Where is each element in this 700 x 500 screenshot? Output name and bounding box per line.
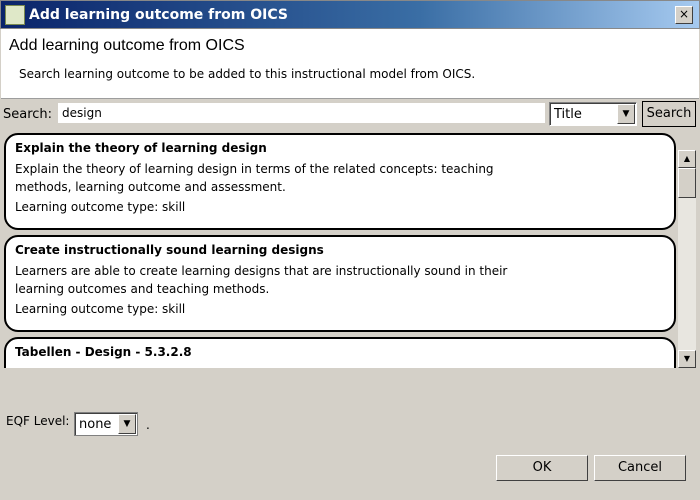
cancel-button[interactable]: Cancel <box>594 455 686 481</box>
result-title: Create instructionally sound learning de… <box>15 243 324 257</box>
ok-button[interactable]: OK <box>496 455 588 481</box>
eqf-level-label: EQF Level: <box>6 414 70 428</box>
window-title: Add learning outcome from OICS <box>29 6 288 23</box>
close-button[interactable]: × <box>675 6 693 24</box>
scroll-thumb[interactable] <box>678 168 696 198</box>
dialog-description: Search learning outcome to be added to t… <box>19 67 476 81</box>
scroll-down-icon[interactable]: ▼ <box>678 350 696 368</box>
result-title: Explain the theory of learning design <box>15 141 267 155</box>
search-field-select[interactable]: Title ▼ <box>549 102 637 126</box>
result-item[interactable]: Explain the theory of learning design Ex… <box>4 133 676 230</box>
result-description: Explain the theory of learning design in… <box>15 162 494 194</box>
result-description: Learners are able to create learning des… <box>15 264 508 296</box>
dialog-title: Add learning outcome from OICS <box>9 37 245 54</box>
title-bar: Add learning outcome from OICS × <box>0 0 700 29</box>
result-type: Learning outcome type: skill <box>15 302 186 316</box>
result-type: Learning outcome type: skill <box>15 200 186 214</box>
scrollbar[interactable]: ▲ ▼ <box>678 150 696 368</box>
search-label: Search: <box>3 107 53 122</box>
search-input[interactable] <box>58 103 545 123</box>
eqf-suffix: . <box>146 418 150 432</box>
chevron-down-icon[interactable]: ▼ <box>118 414 136 434</box>
result-item[interactable]: Tabellen - Design - 5.3.2.8 <box>4 337 676 368</box>
scroll-up-icon[interactable]: ▲ <box>678 150 696 168</box>
chevron-down-icon[interactable]: ▼ <box>617 104 635 124</box>
search-button[interactable]: Search <box>642 101 696 127</box>
app-icon <box>5 4 25 25</box>
eqf-level-value: none <box>79 417 112 432</box>
results-list: Explain the theory of learning design Ex… <box>2 130 678 368</box>
search-field-value: Title <box>554 107 582 122</box>
result-item[interactable]: Create instructionally sound learning de… <box>4 235 676 332</box>
dialog-header: Add learning outcome from OICS Search le… <box>1 29 699 99</box>
result-title: Tabellen - Design - 5.3.2.8 <box>15 345 192 359</box>
eqf-level-select[interactable]: none ▼ <box>74 412 138 436</box>
